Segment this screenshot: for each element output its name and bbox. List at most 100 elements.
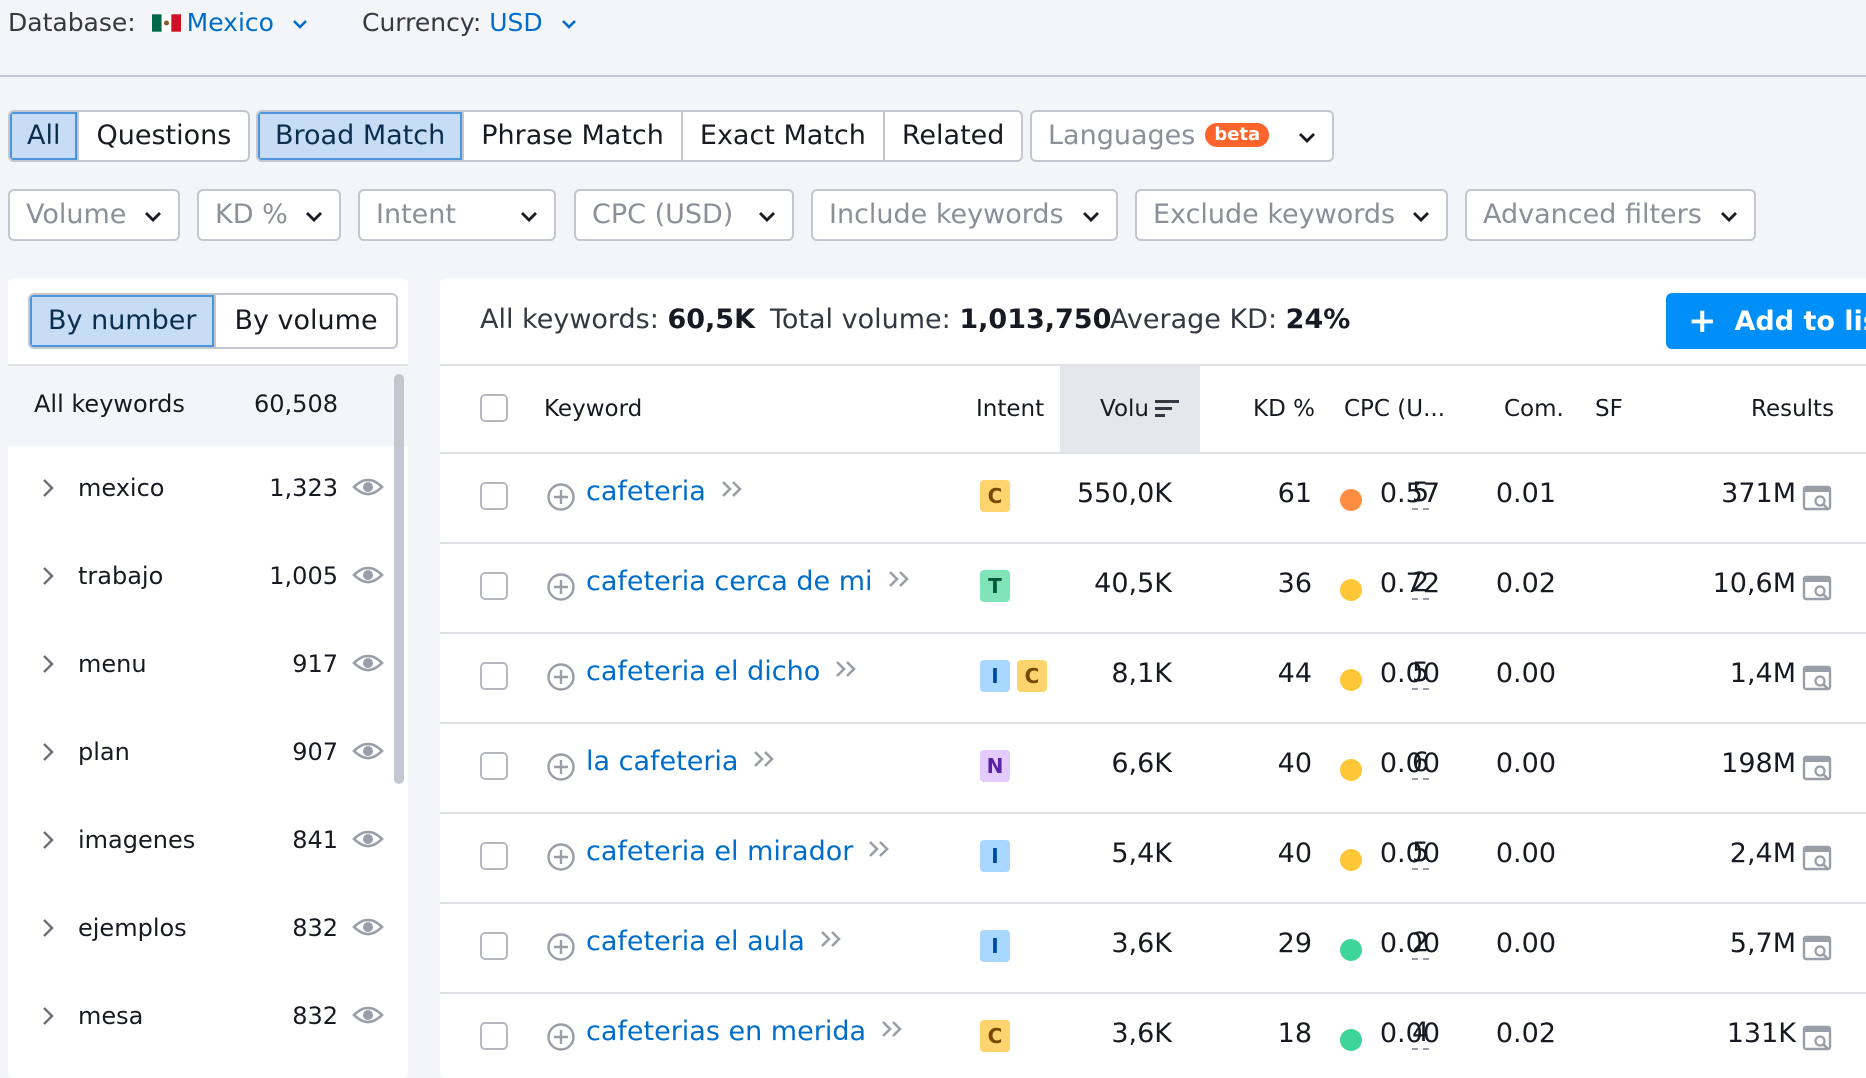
serp-features-count[interactable]: 5 xyxy=(1412,478,1429,510)
serp-features-count[interactable]: 4 xyxy=(1412,1018,1429,1050)
add-circle-icon[interactable] xyxy=(546,482,576,512)
eye-icon[interactable] xyxy=(352,739,384,763)
double-chevron-right-icon[interactable] xyxy=(880,1019,906,1039)
toggle-by-number[interactable]: By number xyxy=(30,295,214,347)
double-chevron-right-icon[interactable] xyxy=(834,659,860,679)
eye-icon[interactable] xyxy=(352,915,384,939)
serp-preview-icon[interactable] xyxy=(1802,845,1832,873)
col-volume[interactable]: Volu xyxy=(1100,396,1149,422)
serp-features-count[interactable]: 6 xyxy=(1412,748,1429,780)
keyword-link[interactable]: cafeteria xyxy=(586,476,746,507)
filter-intent-label: Intent xyxy=(376,199,456,230)
keyword-link[interactable]: la cafeteria xyxy=(586,746,778,777)
tab-questions[interactable]: Questions xyxy=(77,112,248,160)
add-to-list-button[interactable]: +Add to list xyxy=(1666,293,1866,349)
col-intent[interactable]: Intent xyxy=(976,396,1044,422)
keyword-link[interactable]: cafeteria el aula xyxy=(586,926,845,957)
double-chevron-right-icon[interactable] xyxy=(867,839,893,859)
all-keywords-group[interactable]: All keywords 60,508 xyxy=(8,366,408,446)
serp-preview-icon[interactable] xyxy=(1802,575,1832,603)
col-results[interactable]: Results xyxy=(1751,396,1834,422)
col-sf[interactable]: SF xyxy=(1595,396,1623,422)
competition-cell: 0.00 xyxy=(1496,658,1556,689)
languages-dropdown[interactable]: Languagesbeta xyxy=(1030,110,1334,162)
double-chevron-right-icon[interactable] xyxy=(752,749,778,769)
serp-features-count[interactable]: 5 xyxy=(1412,658,1429,690)
tab-all[interactable]: All xyxy=(10,112,77,160)
add-circle-icon[interactable] xyxy=(546,1022,576,1052)
group-item[interactable]: ejemplos 832 xyxy=(8,886,408,974)
add-circle-icon[interactable] xyxy=(546,932,576,962)
eye-icon[interactable] xyxy=(352,563,384,587)
tab-phrase-match[interactable]: Phrase Match xyxy=(462,112,681,160)
filter-intent[interactable]: Intent xyxy=(358,189,556,241)
serp-features-count[interactable]: 5 xyxy=(1412,838,1429,870)
toggle-by-volume[interactable]: By volume xyxy=(214,295,395,347)
group-item[interactable]: mesa 832 xyxy=(8,974,408,1062)
intent-cell: IC xyxy=(980,660,1047,692)
row-checkbox[interactable] xyxy=(480,662,508,690)
group-item[interactable]: menu 917 xyxy=(8,622,408,710)
keyword-link[interactable]: cafeteria cerca de mi xyxy=(586,566,913,597)
chevron-right-icon[interactable] xyxy=(42,478,54,498)
keyword-link[interactable]: cafeterias en merida xyxy=(586,1016,906,1047)
chevron-right-icon[interactable] xyxy=(42,918,54,938)
tab-broad-match[interactable]: Broad Match xyxy=(258,112,462,160)
add-circle-icon[interactable] xyxy=(546,572,576,602)
double-chevron-right-icon[interactable] xyxy=(887,569,913,589)
filter-advanced[interactable]: Advanced filters xyxy=(1465,189,1756,241)
group-item[interactable]: mexico 1,323 xyxy=(8,446,408,534)
tab-related[interactable]: Related xyxy=(883,112,1022,160)
row-checkbox[interactable] xyxy=(480,842,508,870)
add-circle-icon[interactable] xyxy=(546,662,576,692)
serp-preview-icon[interactable] xyxy=(1802,665,1832,693)
filter-exclude-keywords[interactable]: Exclude keywords xyxy=(1135,189,1448,241)
tab-exact-match[interactable]: Exact Match xyxy=(681,112,883,160)
database-selector[interactable]: Database: Mexico xyxy=(8,8,308,37)
serp-preview-icon[interactable] xyxy=(1802,1025,1832,1053)
row-checkbox[interactable] xyxy=(480,482,508,510)
group-item[interactable]: plan 907 xyxy=(8,710,408,798)
filter-include-keywords[interactable]: Include keywords xyxy=(811,189,1118,241)
keyword-link[interactable]: cafeteria el mirador xyxy=(586,836,893,867)
serp-preview-icon[interactable] xyxy=(1802,485,1832,513)
serp-preview-icon[interactable] xyxy=(1802,935,1832,963)
group-name: mexico xyxy=(78,474,164,502)
chevron-right-icon[interactable] xyxy=(42,1006,54,1026)
serp-preview-icon[interactable] xyxy=(1802,755,1832,783)
double-chevron-right-icon[interactable] xyxy=(720,479,746,499)
row-checkbox[interactable] xyxy=(480,932,508,960)
chevron-right-icon[interactable] xyxy=(42,742,54,762)
group-item[interactable]: imagenes 841 xyxy=(8,798,408,886)
sort-descending-icon[interactable] xyxy=(1155,399,1179,419)
filter-cpc[interactable]: CPC (USD) xyxy=(574,189,794,241)
row-checkbox[interactable] xyxy=(480,572,508,600)
eye-icon[interactable] xyxy=(352,1003,384,1027)
chevron-right-icon[interactable] xyxy=(42,654,54,674)
serp-features-count[interactable]: 2 xyxy=(1412,928,1429,960)
col-com[interactable]: Com. xyxy=(1504,396,1564,422)
col-cpc[interactable]: CPC (U... xyxy=(1344,396,1445,422)
chevron-right-icon[interactable] xyxy=(42,830,54,850)
currency-selector[interactable]: Currency: USD xyxy=(362,8,577,37)
add-circle-icon[interactable] xyxy=(546,752,576,782)
chevron-right-icon[interactable] xyxy=(42,566,54,586)
intent-badge: I xyxy=(980,930,1010,962)
eye-icon[interactable] xyxy=(352,827,384,851)
serp-features-count[interactable]: 2 xyxy=(1412,568,1429,600)
add-circle-icon[interactable] xyxy=(546,842,576,872)
row-checkbox[interactable] xyxy=(480,752,508,780)
eye-icon[interactable] xyxy=(352,651,384,675)
filter-kd[interactable]: KD % xyxy=(197,189,341,241)
col-keyword[interactable]: Keyword xyxy=(544,396,642,422)
double-chevron-right-icon[interactable] xyxy=(819,929,845,949)
select-all-checkbox[interactable] xyxy=(480,394,508,422)
groups-scrollbar[interactable] xyxy=(394,374,404,784)
group-item[interactable]: trabajo 1,005 xyxy=(8,534,408,622)
row-checkbox[interactable] xyxy=(480,1022,508,1050)
chevron-down-icon xyxy=(1720,211,1738,222)
filter-volume[interactable]: Volume xyxy=(8,189,180,241)
eye-icon[interactable] xyxy=(352,475,384,499)
keyword-link[interactable]: cafeteria el dicho xyxy=(586,656,860,687)
col-kd[interactable]: KD % xyxy=(1253,396,1315,422)
